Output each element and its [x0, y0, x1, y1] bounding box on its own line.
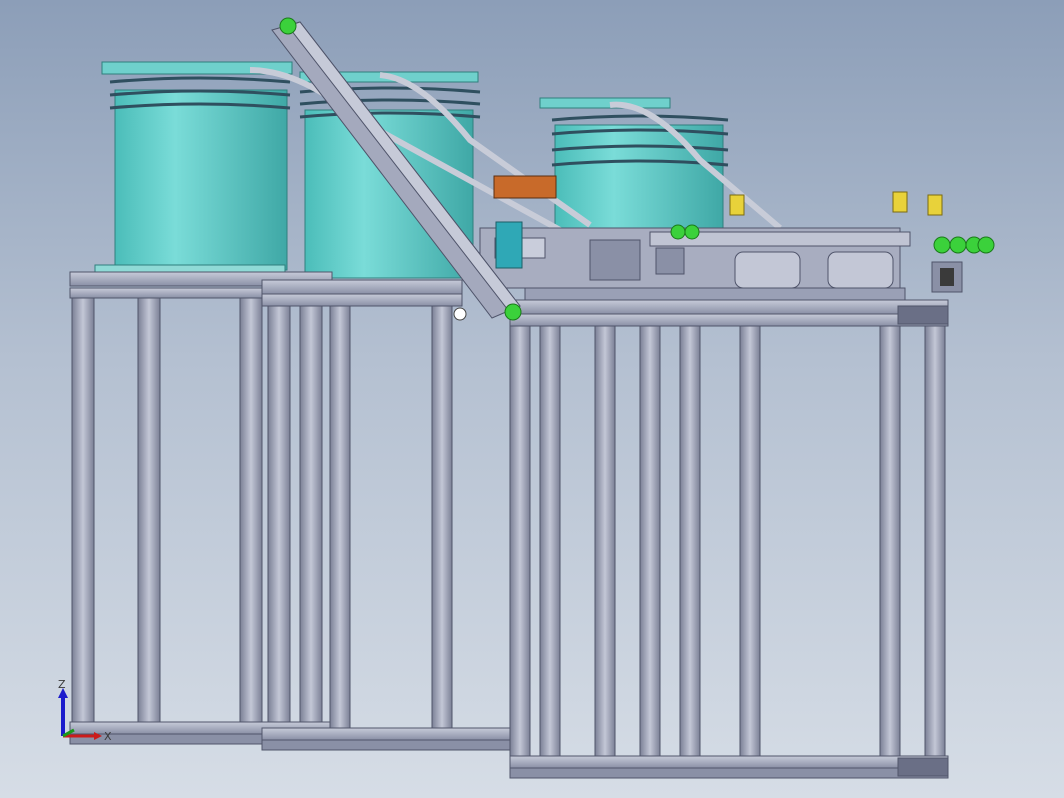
z-axis-label: Z [58, 678, 66, 691]
motor-block [495, 221, 523, 269]
machine-assembly [69, 17, 995, 779]
bowl-feeder-left [94, 61, 293, 274]
x-axis-arrow-icon [94, 732, 102, 740]
cylinder-2 [892, 191, 908, 213]
cylinder-1 [729, 194, 745, 216]
cylinder-3 [927, 194, 943, 216]
roller-group-right [931, 236, 995, 293]
cad-viewport[interactable]: Z X [0, 0, 1064, 798]
frame-bay-right [509, 299, 949, 779]
coordinate-triad[interactable]: Z X [50, 676, 120, 746]
x-axis-label: X [104, 730, 112, 743]
frame-bay-left [69, 271, 333, 745]
orange-bracket [493, 175, 557, 199]
